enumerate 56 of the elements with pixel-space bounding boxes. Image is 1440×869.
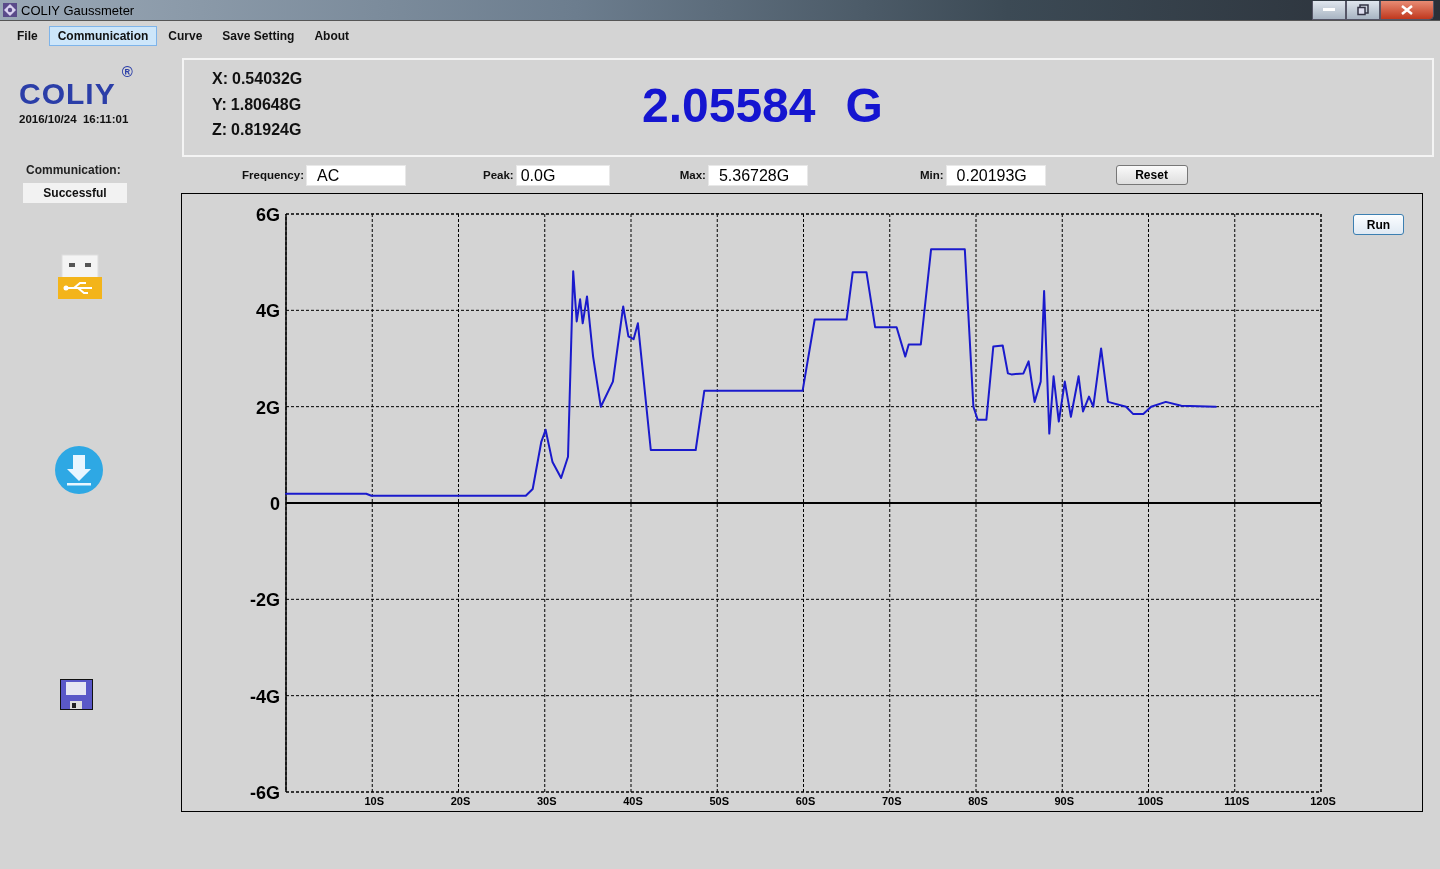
logo: COLIY xyxy=(19,77,116,111)
y-tick-label: 4G xyxy=(256,301,280,322)
close-icon xyxy=(1401,4,1413,15)
minimize-icon xyxy=(1323,7,1335,12)
y-tick-label: 2G xyxy=(256,397,280,418)
restore-icon xyxy=(1357,3,1369,16)
window-title: COLIY Gaussmeter xyxy=(21,2,135,18)
usb-drive-icon[interactable] xyxy=(56,253,104,301)
status-field: Successful xyxy=(23,183,127,203)
field-reading: 2.05584 xyxy=(642,78,816,134)
x-tick-label: 30S xyxy=(536,795,557,807)
x-tick-label: 110S xyxy=(1224,795,1250,807)
y-tick-label: -4G xyxy=(250,686,280,707)
x-tick-label: 20S xyxy=(450,795,471,807)
unit-label: G xyxy=(845,78,883,134)
axis-value: 1.80648G xyxy=(230,95,302,115)
y-tick-label: -6G xyxy=(250,783,280,803)
x-tick-label: 10S xyxy=(364,795,385,807)
menu-item[interactable]: Save Setting xyxy=(213,26,304,46)
value-field: AC xyxy=(306,164,406,186)
axis-value: 0.54032G xyxy=(232,70,303,89)
x-tick-label: 50S xyxy=(709,795,730,807)
x-tick-label: 90S xyxy=(1054,795,1075,807)
stat-label: Max: xyxy=(679,169,706,181)
x-tick-label: 100S xyxy=(1137,795,1164,807)
communication-label: Communication: xyxy=(26,163,121,177)
reset-button[interactable]: Reset xyxy=(1115,165,1188,185)
menu-item[interactable]: Curve xyxy=(159,26,212,46)
stat-label: Frequency: xyxy=(242,169,304,181)
stat-label: Min: xyxy=(919,169,944,181)
x-tick-label: 60S xyxy=(795,795,816,807)
y-tick-label: -2G xyxy=(250,590,280,611)
app-icon xyxy=(3,3,17,17)
axis-label: Y: xyxy=(212,95,227,115)
minimize-button[interactable] xyxy=(1312,0,1346,20)
x-tick-label: 40S xyxy=(623,795,643,807)
x-tick-label: 80S xyxy=(968,795,988,807)
date-time: 2016/10/24 16:11:01 xyxy=(19,113,129,125)
value-field: 5.36728G xyxy=(707,164,808,186)
run-button[interactable]: Run xyxy=(1353,214,1404,235)
registered-mark: ® xyxy=(121,63,133,82)
value-field: 0.20193G xyxy=(945,164,1046,186)
menu-item[interactable]: About xyxy=(305,26,359,46)
x-tick-label: 70S xyxy=(881,795,902,807)
y-tick-label: 0 xyxy=(270,494,280,514)
stat-label: Peak: xyxy=(483,169,514,181)
menu-item[interactable]: File xyxy=(8,26,47,46)
axis-label: Z: xyxy=(212,121,228,140)
axis-label: X: xyxy=(212,70,228,89)
menu-item[interactable]: Communication xyxy=(48,26,158,46)
y-tick-label: 6G xyxy=(256,205,280,225)
close-button[interactable] xyxy=(1380,0,1434,20)
x-tick-label: 120S xyxy=(1310,795,1336,807)
restore-button[interactable] xyxy=(1346,0,1380,20)
axis-value: 0.81924G xyxy=(231,121,302,140)
value-field: 0.0G xyxy=(515,164,610,186)
